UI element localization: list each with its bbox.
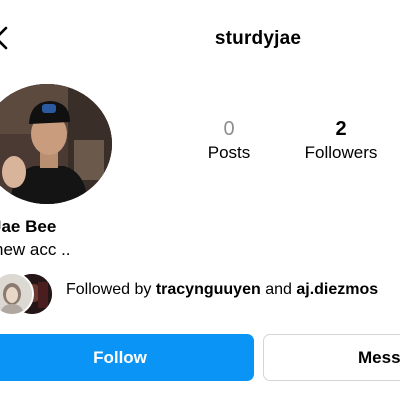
followed-by-user-1[interactable]: tracynguuyen xyxy=(156,281,261,298)
follower-photo-1 xyxy=(0,274,32,314)
profile-avatar[interactable] xyxy=(0,84,112,204)
display-name: Jae Bee xyxy=(0,217,57,236)
followers-count: 2 xyxy=(335,118,347,140)
profile-bio: new acc .. xyxy=(0,240,71,259)
message-button[interactable]: Message xyxy=(263,334,400,381)
followed-by-text: Followed by tracynguuyen and aj.diezmos xyxy=(66,281,378,299)
followed-by-user-2[interactable]: aj.diezmos xyxy=(296,281,378,298)
profile-photo xyxy=(0,84,112,204)
followed-by-prefix: Followed by xyxy=(66,281,156,298)
followed-by-row[interactable]: Followed by tracynguuyen and aj.diezmos xyxy=(0,270,400,316)
followed-by-joiner: and xyxy=(260,281,297,298)
posts-label: Posts xyxy=(207,143,251,162)
followers-stat[interactable]: 2 Followers xyxy=(286,118,396,163)
profile-page: sturdyjae 0 Posts 2 Followers Jae Bee ne… xyxy=(0,0,400,400)
followers-label: Followers xyxy=(304,143,378,162)
follow-button[interactable]: Follow xyxy=(0,334,254,381)
posts-count: 0 xyxy=(223,118,235,140)
posts-stat: 0 Posts xyxy=(174,118,284,163)
profile-username: sturdyjae xyxy=(214,28,302,49)
